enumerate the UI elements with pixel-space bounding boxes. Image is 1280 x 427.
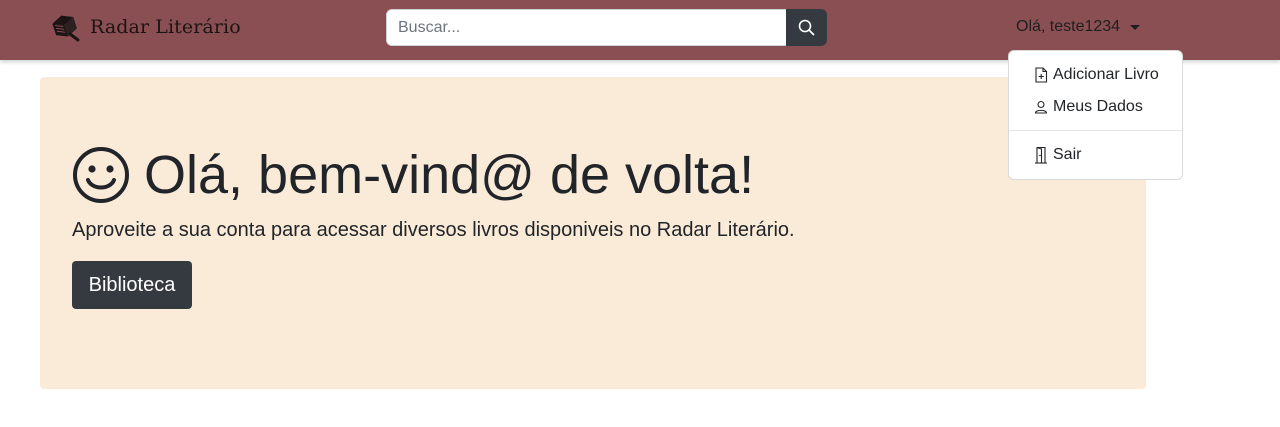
search-input[interactable] [386,9,786,46]
menu-item-label: Meus Dados [1053,98,1143,115]
file-plus-icon [1035,67,1048,83]
user-menu-toggle[interactable]: Olá, teste1234 [1016,16,1141,38]
menu-item-label: Sair [1053,146,1082,163]
search-form [386,9,827,46]
menu-item-logout[interactable]: Sair [1009,139,1182,171]
search-icon [798,19,815,36]
menu-item-add-book[interactable]: Adicionar Livro [1009,59,1182,91]
smiley-icon [73,147,129,203]
menu-item-label: Adicionar Livro [1053,66,1159,83]
user-greeting: Olá, teste1234 [1016,18,1121,35]
person-icon [1034,100,1048,114]
title-text: Olá, bem-vind@ de volta! [144,145,755,205]
book-logo-icon [52,15,80,42]
brand-link[interactable]: Radar Literário [48,10,241,44]
caret-down-icon [1130,24,1141,30]
user-dropdown-menu: Adicionar Livro Meus Dados Sair [1008,50,1183,180]
menu-item-my-data[interactable]: Meus Dados [1009,91,1182,123]
library-button[interactable]: Biblioteca [72,261,192,309]
brand-name: Radar Literário [90,16,241,38]
menu-divider [1009,130,1182,131]
door-icon [1035,146,1047,164]
page-title: Olá, bem-vind@ de volta! [72,145,754,205]
welcome-description: Aproveite a sua conta para acessar diver… [72,219,795,241]
welcome-jumbotron: Olá, bem-vind@ de volta! Aproveite a sua… [40,77,1146,389]
search-button[interactable] [786,9,827,46]
